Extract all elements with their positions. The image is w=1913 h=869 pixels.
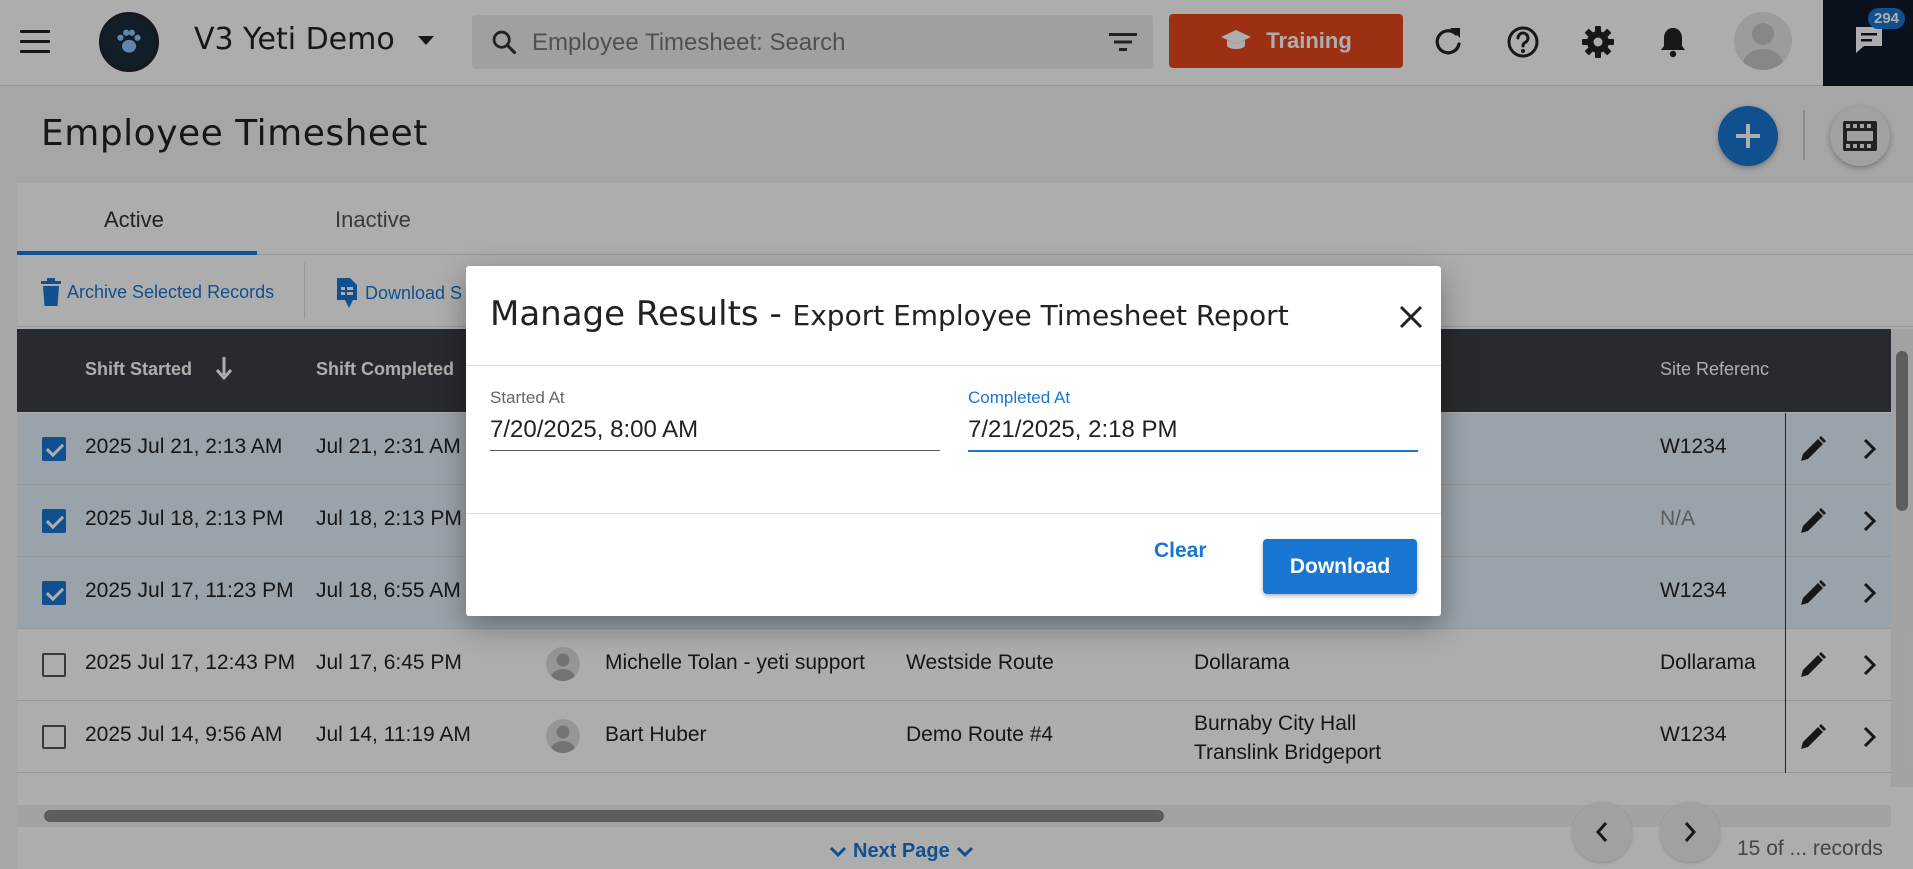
completed-at-label: Completed At [968, 388, 1071, 407]
manage-results-dialog: Manage Results - Export Employee Timeshe… [466, 266, 1441, 616]
close-icon[interactable] [1396, 302, 1426, 332]
started-at-input[interactable] [490, 416, 940, 451]
completed-at-input[interactable] [968, 416, 1418, 452]
started-at-label: Started At [490, 388, 565, 407]
dialog-divider [466, 513, 1441, 514]
dialog-title-main: Manage Results [490, 294, 759, 334]
clear-button[interactable]: Clear [1154, 539, 1207, 563]
download-button[interactable]: Download [1263, 539, 1417, 594]
completed-at-field: Completed At [968, 388, 1418, 452]
dialog-divider [466, 365, 1441, 366]
dialog-title-sub: Export Employee Timesheet Report [792, 299, 1289, 332]
started-at-field: Started At [490, 388, 940, 451]
dialog-title: Manage Results - Export Employee Timeshe… [490, 294, 1289, 334]
dialog-title-separator: - [758, 294, 793, 334]
